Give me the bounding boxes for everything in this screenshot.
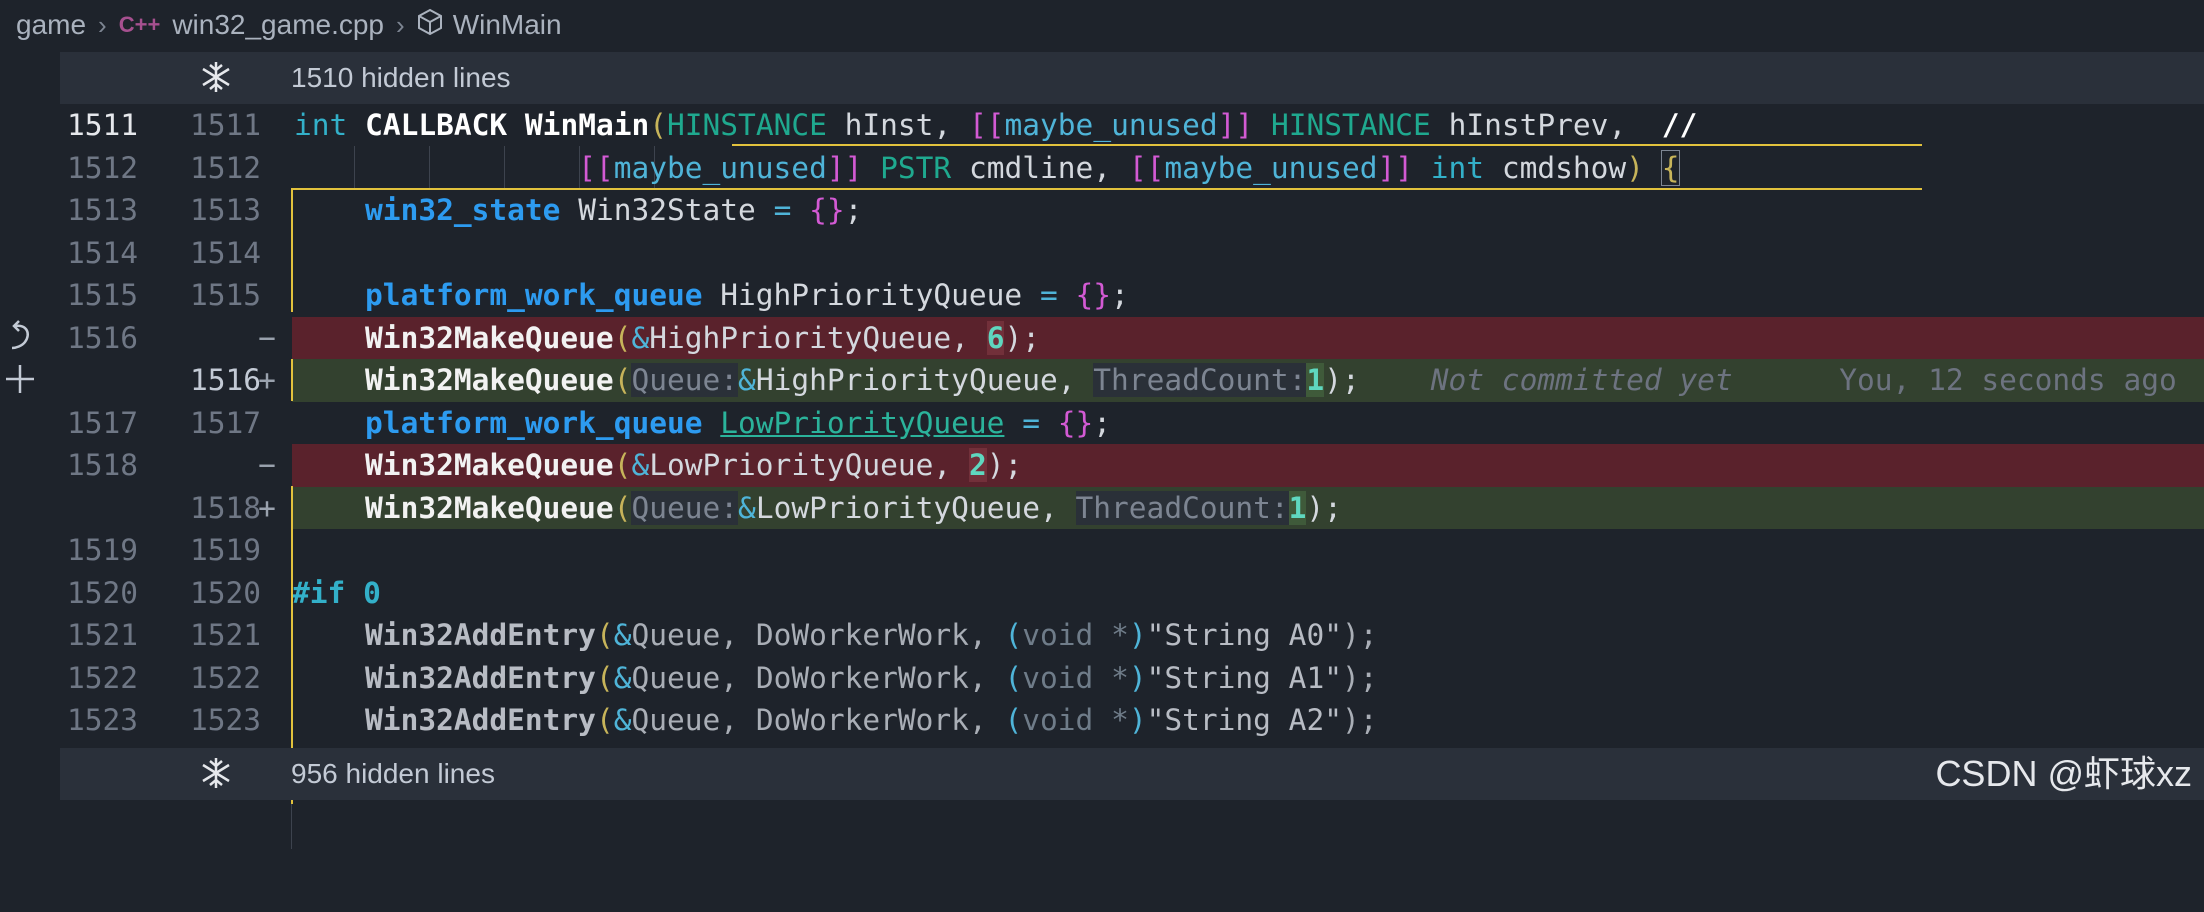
code-text: Win32MakeQueue(&LowPriorityQueue, 2);: [365, 448, 1023, 482]
line-number-modified: 1516: [189, 363, 261, 397]
breadcrumb: game › C++ win32_game.cpp › WinMain: [0, 0, 2204, 50]
breadcrumb-file[interactable]: win32_game.cpp: [172, 9, 384, 41]
code-text: #if 0: [292, 575, 381, 610]
line-number-original: 1523: [66, 703, 138, 737]
line-number-modified: 1521: [189, 618, 261, 652]
unfold-icon[interactable]: [198, 59, 234, 102]
chevron-right-icon: ›: [396, 9, 405, 40]
unfold-icon[interactable]: [198, 755, 234, 798]
breadcrumb-folder[interactable]: game: [16, 9, 86, 41]
code-line[interactable]: 1515 1515 platform_work_queue HighPriori…: [60, 274, 2204, 317]
line-number-original: 1514: [66, 235, 138, 270]
bracket-pair-guide: [291, 188, 293, 312]
line-number-original: 1520: [66, 575, 138, 610]
line-number-modified: 1522: [189, 660, 261, 695]
code-line[interactable]: 1522 1522 Win32AddEntry(&Queue, DoWorker…: [60, 657, 2204, 700]
code-text: Win32MakeQueue(Queue:&HighPriorityQueue,…: [365, 363, 2177, 397]
code-text: Win32MakeQueue(&HighPriorityQueue, 6);: [365, 320, 1040, 355]
code-text: [[maybe_unused]] PSTR cmdline, [[maybe_u…: [578, 149, 1681, 186]
line-number-modified: 1518: [189, 490, 261, 525]
code-line[interactable]: 1513 1513 win32_state Win32State = {};: [60, 189, 2204, 232]
line-number-original: 1521: [66, 618, 138, 652]
revert-icon[interactable]: [5, 320, 35, 358]
inlay-hint: Queue:: [631, 363, 739, 397]
code-line[interactable]: 1520 1520 #if 0: [60, 572, 2204, 615]
line-number-original: 1522: [66, 660, 138, 695]
bracket-pair-guide: [292, 188, 1922, 190]
inlay-hint: ThreadCount:: [1075, 490, 1289, 525]
code-line[interactable]: 1514 1514: [60, 232, 2204, 275]
diff-plus-marker: +: [258, 363, 276, 397]
line-number-modified: 1513: [189, 193, 261, 227]
code-text: Win32AddEntry(&Queue, DoWorkerWork, (voi…: [365, 618, 1378, 652]
hidden-lines-fold-top[interactable]: 1510 hidden lines: [60, 52, 2204, 104]
line-number-original: 1516: [66, 320, 138, 355]
inlay-hint: ThreadCount:: [1093, 363, 1307, 397]
glyph-margin: [0, 50, 60, 815]
code-text: Win32AddEntry(&Queue, DoWorkerWork, (voi…: [365, 703, 1378, 737]
code-line[interactable]: 1519 1519: [60, 529, 2204, 572]
chevron-right-icon: ›: [98, 9, 107, 40]
code-text: win32_state Win32State = {};: [365, 193, 863, 227]
diff-editor[interactable]: 1511 1511 int CALLBACK WinMain(HINSTANCE…: [60, 104, 2204, 849]
diff-minus-marker: −: [258, 448, 276, 482]
code-line[interactable]: 1517 1517 platform_work_queue LowPriorit…: [60, 402, 2204, 445]
add-icon[interactable]: [5, 362, 35, 400]
code-line[interactable]: 1523 1523 Win32AddEntry(&Queue, DoWorker…: [60, 699, 2204, 742]
git-blame-author: You, 12 seconds ago: [1839, 363, 2177, 397]
code-line[interactable]: 1521 1521 Win32AddEntry(&Queue, DoWorker…: [60, 614, 2204, 657]
line-number-original: 1512: [66, 150, 138, 185]
cpp-file-icon: C++: [118, 12, 161, 37]
git-blame-annotation: Not committed yet: [1430, 363, 1733, 397]
code-text: platform_work_queue LowPriorityQueue = {…: [365, 405, 1112, 440]
diff-plus-marker: +: [258, 490, 276, 525]
line-number-modified: 1514: [189, 235, 261, 270]
inlay-hint: Queue:: [631, 490, 739, 525]
hidden-lines-label: 956 hidden lines: [291, 758, 495, 789]
line-number-original: 1517: [66, 405, 138, 440]
inserted-line[interactable]: 1516 + Win32MakeQueue(Queue:&HighPriorit…: [60, 359, 2204, 402]
code-line[interactable]: 1511 1511 int CALLBACK WinMain(HINSTANCE…: [60, 104, 2204, 147]
bracket-pair-guide: [732, 144, 1922, 146]
line-number-modified: 1517: [189, 405, 261, 440]
line-number-original: 1511: [66, 108, 138, 142]
diff-minus-marker: −: [258, 320, 276, 355]
line-number-modified: 1520: [189, 575, 261, 610]
watermark: CSDN @虾球xz: [1935, 753, 2192, 794]
deleted-line[interactable]: 1516 − Win32MakeQueue(&HighPriorityQueue…: [60, 316, 2204, 359]
indent-guide: [291, 804, 292, 849]
code-line[interactable]: 1512 1512 [[maybe_unused]] PSTR cmdline,…: [60, 147, 2204, 190]
line-number-modified: 1511: [189, 108, 261, 142]
line-number-modified: 1512: [189, 150, 261, 185]
hidden-lines-label: 1510 hidden lines: [291, 62, 511, 93]
bracket-pair-guide: [291, 359, 293, 401]
line-number-original: 1518: [66, 448, 138, 482]
line-number-modified: 1515: [189, 278, 261, 312]
line-number-modified: 1523: [189, 703, 261, 737]
breadcrumb-symbol[interactable]: WinMain: [453, 9, 562, 41]
line-number-original: 1519: [66, 533, 138, 567]
code-text: Win32AddEntry(&Queue, DoWorkerWork, (voi…: [365, 660, 1378, 695]
code-text: platform_work_queue HighPriorityQueue = …: [365, 278, 1129, 312]
line-number-modified: 1519: [189, 533, 261, 567]
line-number-original: 1513: [66, 193, 138, 227]
inserted-line[interactable]: 1518 + Win32MakeQueue(Queue:&LowPriority…: [60, 486, 2204, 529]
cube-icon: [417, 8, 443, 43]
code-text: Win32MakeQueue(Queue:&LowPriorityQueue, …: [365, 490, 1342, 525]
hidden-lines-fold-bottom[interactable]: 956 hidden lines: [60, 748, 2204, 800]
deleted-line[interactable]: 1518 − Win32MakeQueue(&LowPriorityQueue,…: [60, 444, 2204, 487]
line-number-original: 1515: [66, 278, 138, 312]
code-text: int CALLBACK WinMain(HINSTANCE hInst, [[…: [294, 108, 1698, 142]
